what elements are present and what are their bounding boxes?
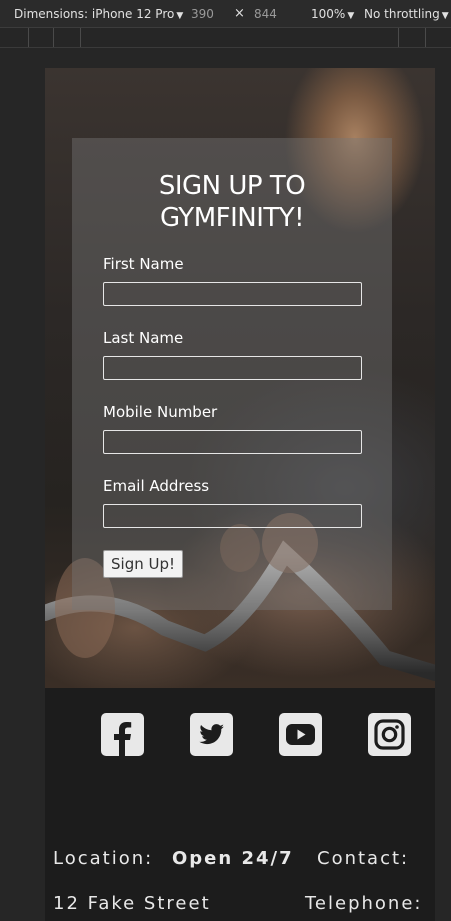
- contact-label: Contact:: [317, 848, 410, 869]
- form-title: SIGN UP TO GYMFINITY!: [72, 170, 392, 234]
- throttling-dropdown[interactable]: No throttling ▼: [364, 7, 449, 21]
- ruler-tick: [80, 28, 81, 47]
- last-name-field[interactable]: [103, 356, 362, 380]
- hero-background-image: SIGN UP TO GYMFINITY! First Name Last Nam…: [45, 68, 435, 688]
- opening-hours: Open 24/7: [172, 848, 294, 869]
- device-name: Dimensions: iPhone 12 Pro: [14, 7, 175, 21]
- email-address-label: Email Address: [103, 477, 210, 495]
- telephone-label: Telephone:: [305, 893, 423, 914]
- throttling-value: No throttling: [364, 7, 440, 21]
- media-query-ruler[interactable]: [0, 28, 451, 48]
- form-title-line: SIGN UP TO: [158, 171, 306, 201]
- chevron-down-icon: ▼: [176, 11, 184, 21]
- mobile-number-field[interactable]: [103, 430, 362, 454]
- first-name-field[interactable]: [103, 282, 362, 306]
- ruler-tick: [398, 28, 399, 47]
- form-title-line: GYMFINITY!: [159, 203, 305, 233]
- email-address-field[interactable]: [103, 504, 362, 528]
- height-input[interactable]: 844: [254, 7, 277, 21]
- ruler-tick: [425, 28, 426, 47]
- width-input[interactable]: 390: [191, 7, 214, 21]
- address-text: 12 Fake Street: [53, 893, 211, 914]
- device-dimensions-dropdown[interactable]: Dimensions: iPhone 12 Pro ▼: [14, 7, 183, 21]
- ruler-tick: [53, 28, 54, 47]
- mobile-number-label: Mobile Number: [103, 403, 218, 421]
- chevron-down-icon: ▼: [347, 11, 355, 21]
- devtools-toolbar: Dimensions: iPhone 12 Pro ▼ 390 × 844 100…: [0, 0, 451, 28]
- youtube-icon[interactable]: [279, 713, 322, 756]
- signup-form-card: SIGN UP TO GYMFINITY! First Name Last Nam…: [72, 138, 392, 610]
- ruler-tick: [28, 28, 29, 47]
- zoom-dropdown[interactable]: 100% ▼: [311, 7, 354, 21]
- device-viewport: SIGN UP TO GYMFINITY! First Name Last Nam…: [45, 68, 435, 921]
- first-name-label: First Name: [103, 255, 184, 273]
- zoom-value: 100%: [311, 7, 346, 21]
- facebook-icon[interactable]: [101, 713, 144, 756]
- location-label: Location:: [53, 848, 154, 869]
- sign-up-button[interactable]: Sign Up!: [103, 550, 183, 578]
- chevron-down-icon: ▼: [441, 11, 449, 21]
- last-name-label: Last Name: [103, 329, 184, 347]
- dimension-separator: ×: [234, 6, 245, 21]
- footer: Location: Open 24/7 Contact: 12 Fake Str…: [45, 688, 435, 921]
- instagram-icon[interactable]: [368, 713, 411, 756]
- twitter-icon[interactable]: [190, 713, 233, 756]
